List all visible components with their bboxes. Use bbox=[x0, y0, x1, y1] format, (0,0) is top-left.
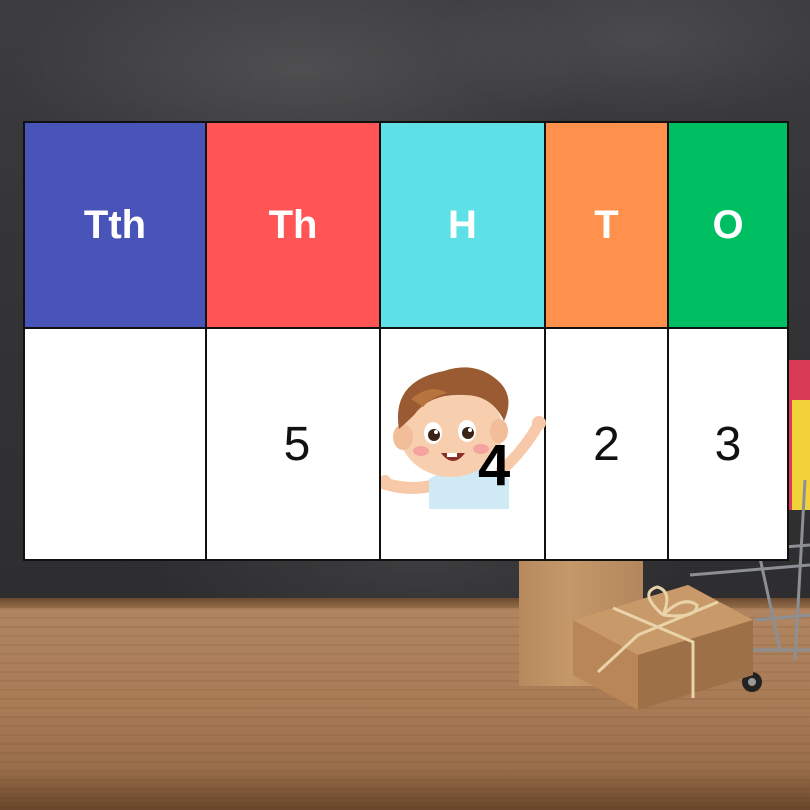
header-ten-thousands: Tth bbox=[23, 121, 207, 329]
value-ones: 3 bbox=[667, 327, 789, 561]
header-thousands: Th bbox=[205, 121, 381, 329]
value-tens: 2 bbox=[544, 327, 669, 561]
place-value-digit-row: 5 4 2 3 bbox=[23, 327, 789, 561]
value-hundreds: 4 bbox=[379, 327, 546, 561]
place-value-header-row: Tth Th H T O bbox=[23, 121, 789, 329]
header-ones: O bbox=[667, 121, 789, 329]
value-ten-thousands bbox=[23, 327, 207, 561]
cartoon-boy-waving-icon bbox=[381, 367, 546, 509]
header-tens: T bbox=[544, 121, 669, 329]
header-hundreds: H bbox=[379, 121, 546, 329]
value-hundreds-digit: 4 bbox=[478, 433, 511, 498]
place-value-chart: Tth Th H T O 5 4 2 3 bbox=[23, 121, 789, 561]
value-thousands: 5 bbox=[205, 327, 381, 561]
desk-shadow bbox=[0, 770, 810, 810]
gift-box-icon bbox=[573, 585, 753, 710]
